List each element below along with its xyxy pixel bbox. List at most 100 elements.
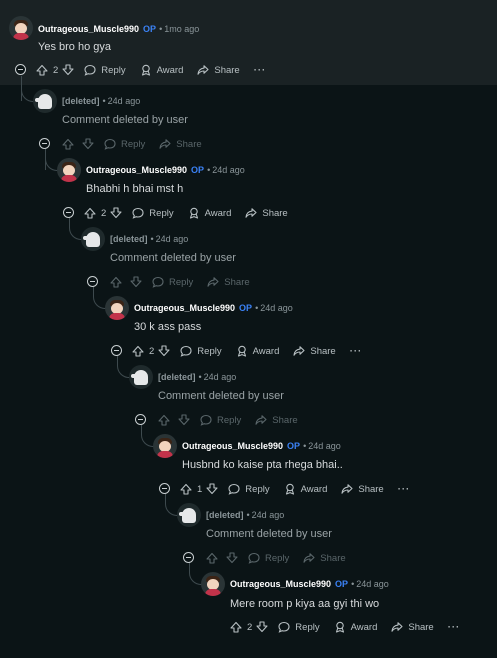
collapse-icon[interactable] — [15, 64, 26, 75]
avatar[interactable] — [9, 16, 33, 40]
reply-button[interactable]: Reply — [248, 552, 289, 564]
upvote-icon[interactable] — [180, 483, 192, 495]
more-options-button[interactable]: ··· — [398, 484, 411, 495]
meta-separator: • — [207, 165, 211, 175]
avatar[interactable] — [57, 158, 81, 182]
reply-button[interactable]: Reply — [132, 207, 174, 219]
timestamp[interactable]: 24d ago — [252, 510, 285, 520]
award-button[interactable]: Award — [140, 64, 183, 76]
collapse-icon[interactable] — [159, 483, 170, 494]
upvote-icon[interactable] — [84, 207, 96, 219]
meta-separator: • — [255, 303, 259, 313]
collapse-icon[interactable] — [111, 345, 122, 356]
reply-button[interactable]: Reply — [200, 414, 241, 426]
reply-label: Reply — [265, 552, 290, 564]
share-icon — [207, 276, 219, 288]
reply-button[interactable]: Reply — [84, 64, 126, 76]
author-name[interactable]: Outrageous_Muscle990 — [182, 441, 283, 451]
avatar[interactable] — [105, 296, 129, 320]
reply-button[interactable]: Reply — [278, 621, 320, 633]
vote-count: 2 — [247, 621, 253, 633]
upvote-icon[interactable] — [36, 64, 48, 76]
reply-button[interactable]: Reply — [180, 345, 222, 357]
downvote-icon[interactable] — [110, 207, 122, 219]
author-name[interactable]: Outrageous_Muscle990 — [38, 24, 139, 34]
meta-separator: • — [102, 96, 106, 106]
timestamp[interactable]: 24d ago — [356, 579, 389, 589]
downvote-icon[interactable] — [206, 483, 218, 495]
downvote-icon[interactable] — [178, 414, 190, 426]
more-options-button[interactable]: ··· — [350, 346, 363, 357]
award-button[interactable]: Award — [188, 207, 231, 219]
award-button[interactable]: Award — [284, 483, 327, 495]
share-label: Share — [358, 483, 384, 495]
share-button[interactable]: Share — [159, 138, 202, 150]
comment-actions: Reply Share — [158, 411, 312, 429]
comment-meta: Outrageous_Muscle990 OP • 24d ago — [86, 164, 245, 176]
comment-body: Comment deleted by user — [158, 390, 284, 402]
reply-button[interactable]: Reply — [104, 138, 145, 150]
downvote-icon[interactable] — [256, 621, 268, 633]
downvote-icon[interactable] — [62, 64, 74, 76]
collapse-icon[interactable] — [39, 138, 50, 149]
timestamp[interactable]: 1mo ago — [164, 24, 199, 34]
share-button[interactable]: Share — [293, 345, 336, 357]
comment-meta: Outrageous_Muscle990 OP • 24d ago — [134, 302, 293, 314]
vote-group: 2 — [84, 207, 122, 219]
vote-group — [206, 552, 238, 564]
share-button[interactable]: Share — [245, 207, 288, 219]
downvote-icon[interactable] — [82, 138, 94, 150]
upvote-icon[interactable] — [110, 276, 122, 288]
upvote-icon[interactable] — [158, 414, 170, 426]
op-badge: OP — [335, 579, 349, 589]
more-options-button[interactable]: ··· — [254, 65, 267, 76]
downvote-icon[interactable] — [158, 345, 170, 357]
author-name[interactable]: Outrageous_Muscle990 — [134, 303, 235, 313]
meta-separator: • — [150, 234, 154, 244]
share-label: Share — [408, 621, 434, 633]
avatar[interactable] — [153, 434, 177, 458]
timestamp[interactable]: 24d ago — [156, 234, 189, 244]
upvote-icon[interactable] — [62, 138, 74, 150]
reply-button[interactable]: Reply — [228, 483, 270, 495]
award-button[interactable]: Award — [334, 621, 377, 633]
timestamp[interactable]: 24d ago — [108, 96, 141, 106]
meta-separator: • — [246, 510, 250, 520]
share-button[interactable]: Share — [391, 621, 434, 633]
award-button[interactable]: Award — [236, 345, 279, 357]
author-name[interactable]: Outrageous_Muscle990 — [86, 165, 187, 175]
reply-button[interactable]: Reply — [152, 276, 193, 288]
downvote-icon[interactable] — [130, 276, 142, 288]
share-icon — [197, 64, 209, 76]
comment-actions: Reply Share — [110, 273, 264, 291]
reply-icon — [84, 64, 96, 76]
collapse-icon[interactable] — [87, 276, 98, 287]
share-button[interactable]: Share — [197, 64, 240, 76]
collapse-icon[interactable] — [63, 207, 74, 218]
share-button[interactable]: Share — [341, 483, 384, 495]
author-name: [deleted] — [62, 96, 100, 106]
reply-icon — [180, 345, 192, 357]
comment-body: 30 k ass pass — [134, 321, 202, 333]
timestamp[interactable]: 24d ago — [204, 372, 237, 382]
vote-group: 2 — [132, 345, 170, 357]
comment-actions: 2 Reply Award Share — [84, 204, 302, 222]
share-button[interactable]: Share — [207, 276, 250, 288]
avatar[interactable] — [201, 572, 225, 596]
timestamp[interactable]: 24d ago — [308, 441, 341, 451]
timestamp[interactable]: 24d ago — [212, 165, 245, 175]
upvote-icon[interactable] — [132, 345, 144, 357]
share-button[interactable]: Share — [303, 552, 346, 564]
vote-group — [158, 414, 190, 426]
upvote-icon[interactable] — [206, 552, 218, 564]
share-label: Share — [262, 207, 288, 219]
author-name[interactable]: Outrageous_Muscle990 — [230, 579, 331, 589]
downvote-icon[interactable] — [226, 552, 238, 564]
collapse-icon[interactable] — [135, 414, 146, 425]
timestamp[interactable]: 24d ago — [260, 303, 293, 313]
upvote-icon[interactable] — [230, 621, 242, 633]
collapse-icon[interactable] — [183, 552, 194, 563]
share-button[interactable]: Share — [255, 414, 298, 426]
share-icon — [303, 552, 315, 564]
more-options-button[interactable]: ··· — [448, 622, 461, 633]
